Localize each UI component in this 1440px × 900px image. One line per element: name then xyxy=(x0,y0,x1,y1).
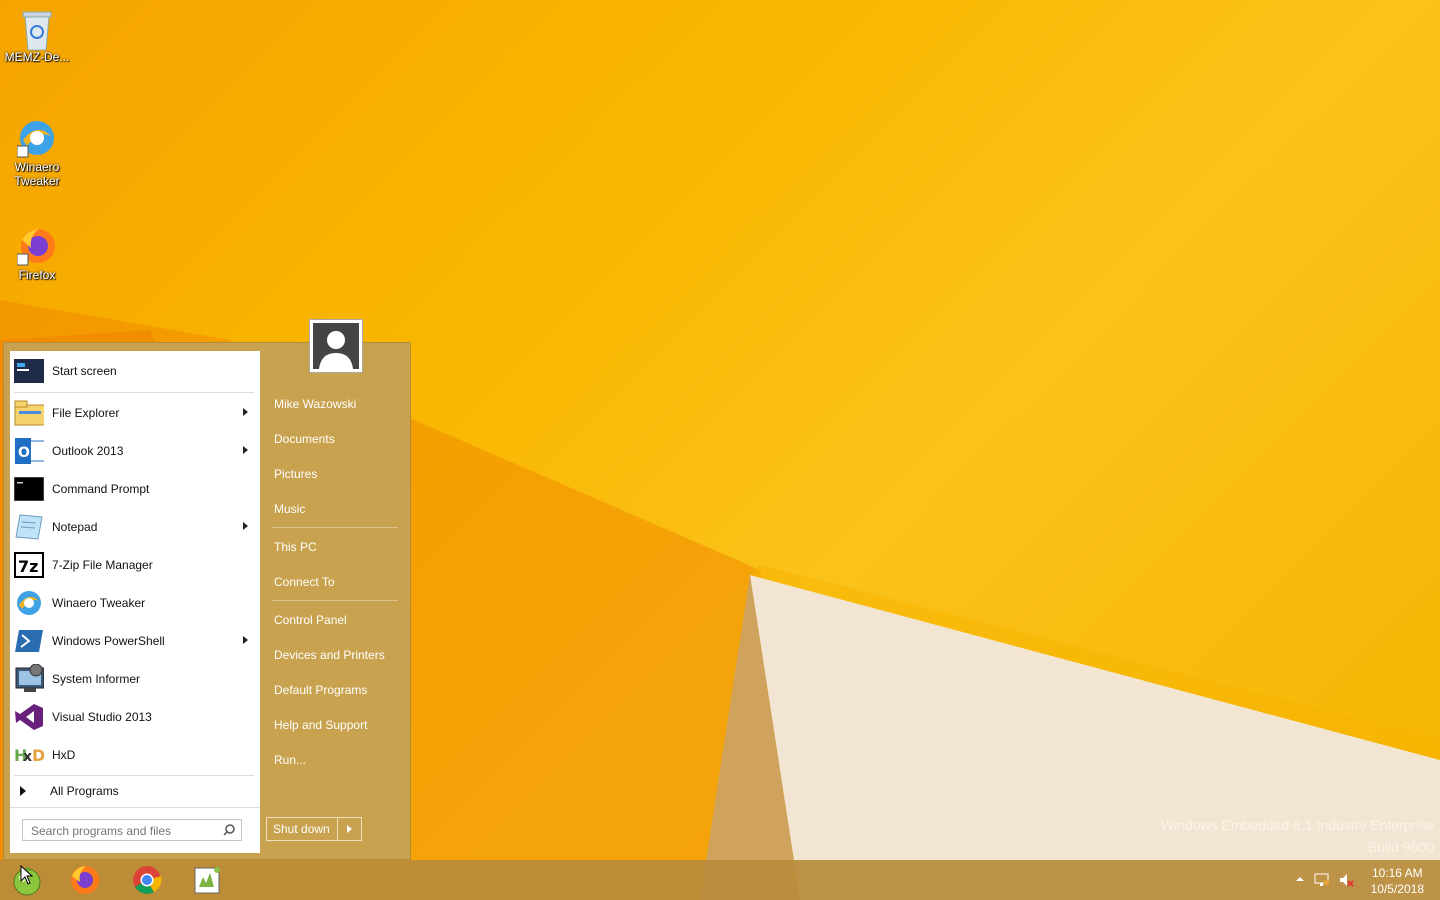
user-avatar[interactable] xyxy=(309,319,363,373)
chevron-right-icon xyxy=(347,825,352,833)
program-label: HxD xyxy=(52,748,76,762)
submenu-arrow-icon[interactable] xyxy=(243,636,248,644)
documents-link[interactable]: Documents xyxy=(274,432,335,446)
this-pc-link[interactable]: This PC xyxy=(274,540,317,554)
separator xyxy=(272,600,398,601)
user-name-link[interactable]: Mike Wazowski xyxy=(274,397,356,411)
taskbar: 10:16 AM 10/5/2018 xyxy=(0,860,1440,900)
submenu-arrow-icon[interactable] xyxy=(243,408,248,416)
program-label: Visual Studio 2013 xyxy=(52,710,152,724)
shutdown-button-group: Shut down xyxy=(266,817,362,841)
devices-printers-link[interactable]: Devices and Printers xyxy=(274,648,385,662)
search-icon[interactable] xyxy=(223,824,235,836)
svg-text:7z: 7z xyxy=(18,557,38,576)
desktop-icon-label: MEMZ-De... xyxy=(4,50,70,64)
winaero-icon xyxy=(14,589,44,617)
connect-to-link[interactable]: Connect To xyxy=(274,575,335,589)
program-file-explorer[interactable]: File Explorer xyxy=(10,395,260,431)
firefox-icon xyxy=(16,226,57,266)
command-prompt-icon xyxy=(14,475,44,503)
all-programs-label: All Programs xyxy=(50,784,119,798)
outlook-icon: O xyxy=(14,437,44,465)
clock-date: 10/5/2018 xyxy=(1370,882,1424,896)
volume-muted-icon[interactable] xyxy=(1338,872,1354,888)
separator xyxy=(14,775,254,776)
clock-time: 10:16 AM xyxy=(1371,866,1423,880)
expand-arrow-icon xyxy=(20,786,26,796)
desktop-icon-label: Firefox xyxy=(18,268,56,282)
taskbar-chrome[interactable] xyxy=(124,862,170,898)
file-explorer-icon xyxy=(14,399,44,427)
system-clock[interactable]: 10:16 AM 10/5/2018 xyxy=(1371,865,1424,897)
submenu-arrow-icon[interactable] xyxy=(243,446,248,454)
taskbar-firefox[interactable] xyxy=(62,862,108,898)
help-support-link[interactable]: Help and Support xyxy=(274,718,367,732)
separator xyxy=(272,527,398,528)
program-hxd[interactable]: HxD HxD xyxy=(10,737,260,773)
program-label: Windows PowerShell xyxy=(52,634,165,648)
program-list: Start screen File Explorer O Outlook 201… xyxy=(10,351,260,853)
system-informer-icon xyxy=(14,664,44,693)
watermark-edition: Windows Embedded 8.1 Industry Enterprise xyxy=(1160,817,1434,833)
show-hidden-icons-icon[interactable] xyxy=(1296,872,1306,888)
desktop-icon-recycle-bin[interactable]: MEMZ-De... xyxy=(0,8,74,64)
search-box[interactable] xyxy=(22,819,242,841)
user-silhouette-icon xyxy=(319,331,353,369)
program-powershell[interactable]: Windows PowerShell xyxy=(10,623,260,659)
powershell-icon xyxy=(14,627,44,655)
shutdown-options-button[interactable] xyxy=(338,825,361,833)
notepad-icon xyxy=(14,513,44,541)
svg-text:x: x xyxy=(23,749,32,765)
program-label: Notepad xyxy=(52,520,98,534)
program-7zip[interactable]: 7z 7-Zip File Manager xyxy=(10,547,260,583)
svg-text:D: D xyxy=(32,746,44,765)
separator xyxy=(14,392,254,393)
network-icon[interactable] xyxy=(1314,872,1330,888)
program-label: Outlook 2013 xyxy=(52,444,124,458)
default-programs-link[interactable]: Default Programs xyxy=(274,683,367,697)
program-notepad[interactable]: Notepad xyxy=(10,509,260,545)
windows-watermark: Windows Embedded 8.1 Industry Enterprise… xyxy=(1161,817,1434,855)
program-start-screen[interactable]: Start screen xyxy=(10,353,260,389)
program-system-informer[interactable]: System Informer xyxy=(10,661,260,697)
hxd-icon: HxD xyxy=(14,741,44,769)
recycle-bin-icon xyxy=(17,8,57,51)
7zip-icon: 7z xyxy=(14,551,44,579)
desktop-icon-winaero[interactable]: Winaero Tweaker xyxy=(0,118,74,188)
program-command-prompt[interactable]: Command Prompt xyxy=(10,471,260,507)
separator xyxy=(10,807,260,808)
notepad-plus-icon xyxy=(194,867,220,894)
program-label: Winaero Tweaker xyxy=(52,596,146,610)
visual-studio-icon xyxy=(14,703,44,731)
firefox-icon xyxy=(71,866,99,894)
submenu-arrow-icon[interactable] xyxy=(243,522,248,530)
run-link[interactable]: Run... xyxy=(274,753,306,767)
all-programs-button[interactable]: All Programs xyxy=(10,779,260,803)
program-label: File Explorer xyxy=(52,406,120,420)
program-label: Start screen xyxy=(52,364,117,378)
pictures-link[interactable]: Pictures xyxy=(274,467,317,481)
desktop-icon-label: Winaero Tweaker xyxy=(14,160,60,188)
music-link[interactable]: Music xyxy=(274,502,305,516)
program-label: 7-Zip File Manager xyxy=(52,558,153,572)
program-label: System Informer xyxy=(52,672,141,686)
search-input[interactable] xyxy=(29,821,223,841)
taskbar-notepad-plus[interactable] xyxy=(184,862,230,898)
winaero-icon xyxy=(16,118,57,158)
svg-text:O: O xyxy=(18,445,30,461)
desktop-icon-firefox[interactable]: Firefox xyxy=(0,226,74,282)
control-panel-link[interactable]: Control Panel xyxy=(274,613,347,627)
chrome-icon xyxy=(133,866,162,894)
program-label: Command Prompt xyxy=(52,482,150,496)
shutdown-button[interactable]: Shut down xyxy=(267,822,337,836)
program-winaero-tweaker[interactable]: Winaero Tweaker xyxy=(10,585,260,621)
start-menu: Start screen File Explorer O Outlook 201… xyxy=(3,319,411,860)
program-outlook[interactable]: O Outlook 2013 xyxy=(10,433,260,469)
start-screen-icon xyxy=(14,357,44,385)
mouse-cursor-icon xyxy=(20,865,34,885)
program-visual-studio[interactable]: Visual Studio 2013 xyxy=(10,699,260,735)
watermark-build: Build 9600 xyxy=(1367,839,1434,855)
